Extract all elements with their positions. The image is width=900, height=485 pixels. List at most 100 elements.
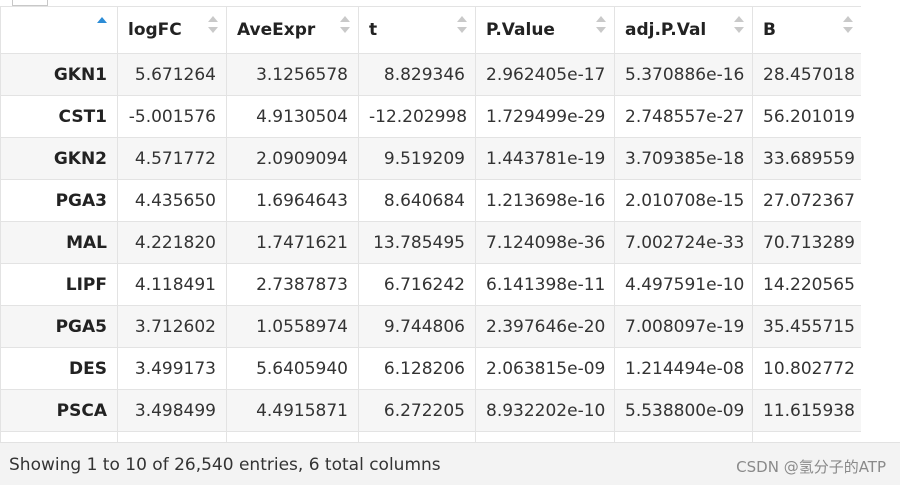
table-cell: -12.202998 bbox=[358, 95, 476, 138]
table-cell: 1.6964643 bbox=[226, 179, 359, 222]
table-row: GKN2 4.571772 2.0909094 9.519209 1.443781e-1… bbox=[0, 137, 861, 180]
table-cell: 28.457018 bbox=[752, 53, 861, 96]
watermark: CSDN @氢分子的ATP bbox=[736, 458, 886, 476]
table-cell: 6.141398e-11 bbox=[475, 263, 615, 306]
table-cell: 1.0558974 bbox=[226, 305, 359, 348]
table-cell bbox=[475, 431, 615, 442]
column-header-rownames[interactable] bbox=[0, 6, 118, 54]
table-cell: 8.640684 bbox=[358, 179, 476, 222]
table-cell: -5.001576 bbox=[117, 95, 227, 138]
column-header-aveexpr[interactable]: AveExpr bbox=[226, 6, 359, 54]
table-cell: 70.713289 bbox=[752, 221, 861, 264]
row-name-cell: MAL bbox=[0, 221, 118, 264]
sort-icon[interactable] bbox=[843, 16, 853, 36]
table-cell: 35.455715 bbox=[752, 305, 861, 348]
table-cell: 4.497591e-10 bbox=[614, 263, 753, 306]
column-header-b[interactable]: B bbox=[752, 6, 861, 54]
table-cell: 4.118491 bbox=[117, 263, 227, 306]
table-cell: 8.829346 bbox=[358, 53, 476, 96]
row-name-cell: CST1 bbox=[0, 95, 118, 138]
table-cell: 2.748557e-27 bbox=[614, 95, 753, 138]
table-cell: 2.397646e-20 bbox=[475, 305, 615, 348]
table-cell bbox=[614, 431, 753, 442]
sort-icon[interactable] bbox=[340, 16, 350, 36]
table-cell: 5.6405940 bbox=[226, 347, 359, 390]
table-cell bbox=[226, 431, 359, 442]
table-row: GKN1 5.671264 3.1256578 8.829346 2.962405e-1… bbox=[0, 53, 861, 96]
table-cell: 3.1256578 bbox=[226, 53, 359, 96]
table-cell: 6.716242 bbox=[358, 263, 476, 306]
table-cell: 7.008097e-19 bbox=[614, 305, 753, 348]
table-row: LIPF 4.118491 2.7387873 6.716242 6.141398e-1… bbox=[0, 263, 861, 306]
table-cell: 3.499173 bbox=[117, 347, 227, 390]
data-table-container: logFC AveExpr t P.Value adj.P.Val B GKN1… bbox=[0, 6, 861, 442]
table-cell bbox=[752, 431, 861, 442]
table-cell: 2.0909094 bbox=[226, 137, 359, 180]
table-cell: 27.072367 bbox=[752, 179, 861, 222]
column-header-label: B bbox=[763, 20, 776, 40]
table-row: PGA3 4.435650 1.6964643 8.640684 1.213698e-1… bbox=[0, 179, 861, 222]
column-header-label: t bbox=[369, 20, 378, 40]
row-name-cell: LIPF bbox=[0, 263, 118, 306]
header-row: logFC AveExpr t P.Value adj.P.Val B bbox=[0, 6, 861, 54]
column-header-t[interactable]: t bbox=[358, 6, 476, 54]
table-cell: 6.128206 bbox=[358, 347, 476, 390]
table-cell: 4.435650 bbox=[117, 179, 227, 222]
table-cell: 2.7387873 bbox=[226, 263, 359, 306]
table-cell: 33.689559 bbox=[752, 137, 861, 180]
table-cell: 5.538800e-09 bbox=[614, 389, 753, 432]
column-header-logfc[interactable]: logFC bbox=[117, 6, 227, 54]
table-cell: 5.370886e-16 bbox=[614, 53, 753, 96]
table-cell: 1.213698e-16 bbox=[475, 179, 615, 222]
table-row bbox=[0, 431, 861, 442]
column-header-label: logFC bbox=[128, 20, 182, 40]
column-header-label: AveExpr bbox=[237, 20, 316, 40]
row-name-cell: PGA5 bbox=[0, 305, 118, 348]
table-cell: 13.785495 bbox=[358, 221, 476, 264]
table-row: PGA5 3.712602 1.0558974 9.744806 2.397646e-2… bbox=[0, 305, 861, 348]
column-header-adjpval[interactable]: adj.P.Val bbox=[614, 6, 753, 54]
table-cell: 1.214494e-08 bbox=[614, 347, 753, 390]
table-cell: 7.002724e-33 bbox=[614, 221, 753, 264]
sort-icon[interactable] bbox=[208, 16, 218, 36]
sort-icon[interactable] bbox=[734, 16, 744, 36]
table-cell: 8.932202e-10 bbox=[475, 389, 615, 432]
table-cell: 3.712602 bbox=[117, 305, 227, 348]
column-header-pvalue[interactable]: P.Value bbox=[475, 6, 615, 54]
table-cell bbox=[358, 431, 476, 442]
table-cell: 4.4915871 bbox=[226, 389, 359, 432]
table-cell: 4.221820 bbox=[117, 221, 227, 264]
table-cell: 6.272205 bbox=[358, 389, 476, 432]
table-row: PSCA 3.498499 4.4915871 6.272205 8.932202e-1… bbox=[0, 389, 861, 432]
table-cell bbox=[117, 431, 227, 442]
sort-ascending-icon[interactable] bbox=[97, 17, 107, 37]
table-row: MAL 4.221820 1.7471621 13.785495 7.124098e-3… bbox=[0, 221, 861, 264]
table-row: DES 3.499173 5.6405940 6.128206 2.063815e-09… bbox=[0, 347, 861, 390]
column-header-label: P.Value bbox=[486, 20, 555, 40]
row-name-cell: PGA3 bbox=[0, 179, 118, 222]
table-cell: 2.010708e-15 bbox=[614, 179, 753, 222]
column-header-label: adj.P.Val bbox=[625, 20, 707, 40]
table-cell: 1.7471621 bbox=[226, 221, 359, 264]
row-name-cell: PSCA bbox=[0, 389, 118, 432]
row-name-cell: DES bbox=[0, 347, 118, 390]
table-row: CST1 -5.001576 4.9130504 -12.202998 1.729499… bbox=[0, 95, 861, 138]
table-cell: 7.124098e-36 bbox=[475, 221, 615, 264]
table-cell: 3.709385e-18 bbox=[614, 137, 753, 180]
sort-icon[interactable] bbox=[457, 16, 467, 36]
table-cell: 4.571772 bbox=[117, 137, 227, 180]
data-table: logFC AveExpr t P.Value adj.P.Val B GKN1… bbox=[0, 6, 861, 442]
table-cell: 2.063815e-09 bbox=[475, 347, 615, 390]
table-cell: 2.962405e-17 bbox=[475, 53, 615, 96]
row-name-cell: GKN1 bbox=[0, 53, 118, 96]
table-info: Showing 1 to 10 of 26,540 entries, 6 tot… bbox=[9, 455, 441, 475]
table-cell: 14.220565 bbox=[752, 263, 861, 306]
table-cell: 10.802772 bbox=[752, 347, 861, 390]
sort-icon[interactable] bbox=[596, 16, 606, 36]
table-cell: 5.671264 bbox=[117, 53, 227, 96]
table-cell: 1.443781e-19 bbox=[475, 137, 615, 180]
table-cell: 9.519209 bbox=[358, 137, 476, 180]
table-cell: 1.729499e-29 bbox=[475, 95, 615, 138]
table-cell: 3.498499 bbox=[117, 389, 227, 432]
row-name-cell: GKN2 bbox=[0, 137, 118, 180]
